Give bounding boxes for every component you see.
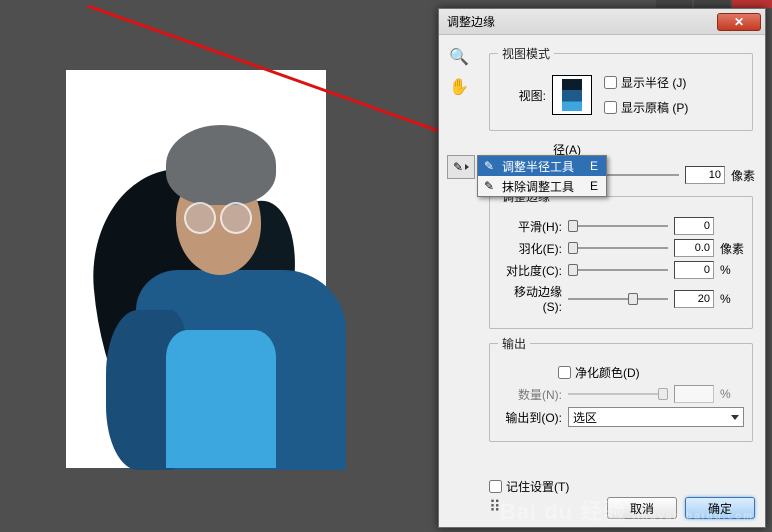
shift-edge-label: 移动边缘(S): (498, 283, 562, 314)
dialog-titlebar[interactable]: 调整边缘 ✕ (439, 9, 765, 35)
output-to-select[interactable]: 选区 (568, 407, 744, 427)
amount-label: 数量(N): (498, 386, 562, 403)
brush-minus-icon: ✎ (482, 179, 496, 193)
amount-slider (568, 386, 668, 402)
view-thumbnail[interactable] (552, 75, 592, 115)
shift-edge-input[interactable]: 20 (674, 290, 714, 308)
hand-tool-icon[interactable]: ✋ (447, 75, 471, 99)
brush-plus-icon: ✎ (482, 159, 496, 173)
canvas-preview (66, 70, 326, 468)
remember-settings-checkbox[interactable]: 记住设置(T) (489, 478, 569, 495)
smooth-label: 平滑(H): (498, 218, 562, 235)
watermark: Bai du 经验 jingyan.baidu.com (500, 494, 754, 526)
output-to-label: 输出到(O): (498, 409, 562, 426)
decontaminate-checkbox[interactable]: 净化颜色(D) (558, 364, 640, 381)
brush-tool-popup: ✎ 调整半径工具 E ✎ 抹除调整工具 E (477, 155, 607, 197)
show-radius-checkbox[interactable]: 显示半径 (J) (604, 74, 744, 91)
contrast-label: 对比度(C): (498, 262, 562, 279)
output-legend: 输出 (498, 335, 530, 352)
contrast-slider[interactable] (568, 262, 668, 278)
feather-slider[interactable] (568, 240, 668, 256)
close-button[interactable]: ✕ (717, 13, 761, 31)
feather-label: 羽化(E): (498, 240, 562, 257)
output-group: 输出 净化颜色(D) 数量(N): % 输出到(O): 选区 (489, 335, 753, 442)
contrast-input[interactable]: 0 (674, 261, 714, 279)
view-mode-group: 视图模式 视图: 显示半径 (J) 显示原稿 (P) (489, 45, 753, 131)
smooth-slider[interactable] (568, 218, 668, 234)
brush-icon: ✎ (453, 160, 463, 174)
refine-edge-dialog: 调整边缘 ✕ 🔍 ✋ ✎ 视图模式 视图: 显示半径 (J) 显示原稿 (438, 8, 766, 528)
erase-refinements-tool-item[interactable]: ✎ 抹除调整工具 E (478, 176, 606, 196)
feather-input[interactable]: 0.0 (674, 239, 714, 257)
show-original-checkbox[interactable]: 显示原稿 (P) (604, 99, 744, 116)
smooth-input[interactable]: 0 (674, 217, 714, 235)
adjust-edge-group: 调整边缘 平滑(H): 0 羽化(E): 0.0 像素 对比度(C): 0 % … (489, 188, 753, 329)
dialog-title: 调整边缘 (447, 13, 717, 30)
refine-brush-tool-button[interactable]: ✎ (447, 155, 475, 179)
refine-radius-tool-item[interactable]: ✎ 调整半径工具 E (478, 156, 606, 176)
prefs-icon[interactable]: ⠿ (489, 497, 498, 517)
chevron-down-icon (731, 415, 739, 420)
view-label: 视图: (498, 87, 546, 104)
view-mode-legend: 视图模式 (498, 45, 554, 62)
zoom-tool-icon[interactable]: 🔍 (447, 45, 471, 69)
amount-input (674, 385, 714, 403)
shift-edge-slider[interactable] (568, 291, 668, 307)
radius-input[interactable]: 10 (685, 166, 725, 184)
